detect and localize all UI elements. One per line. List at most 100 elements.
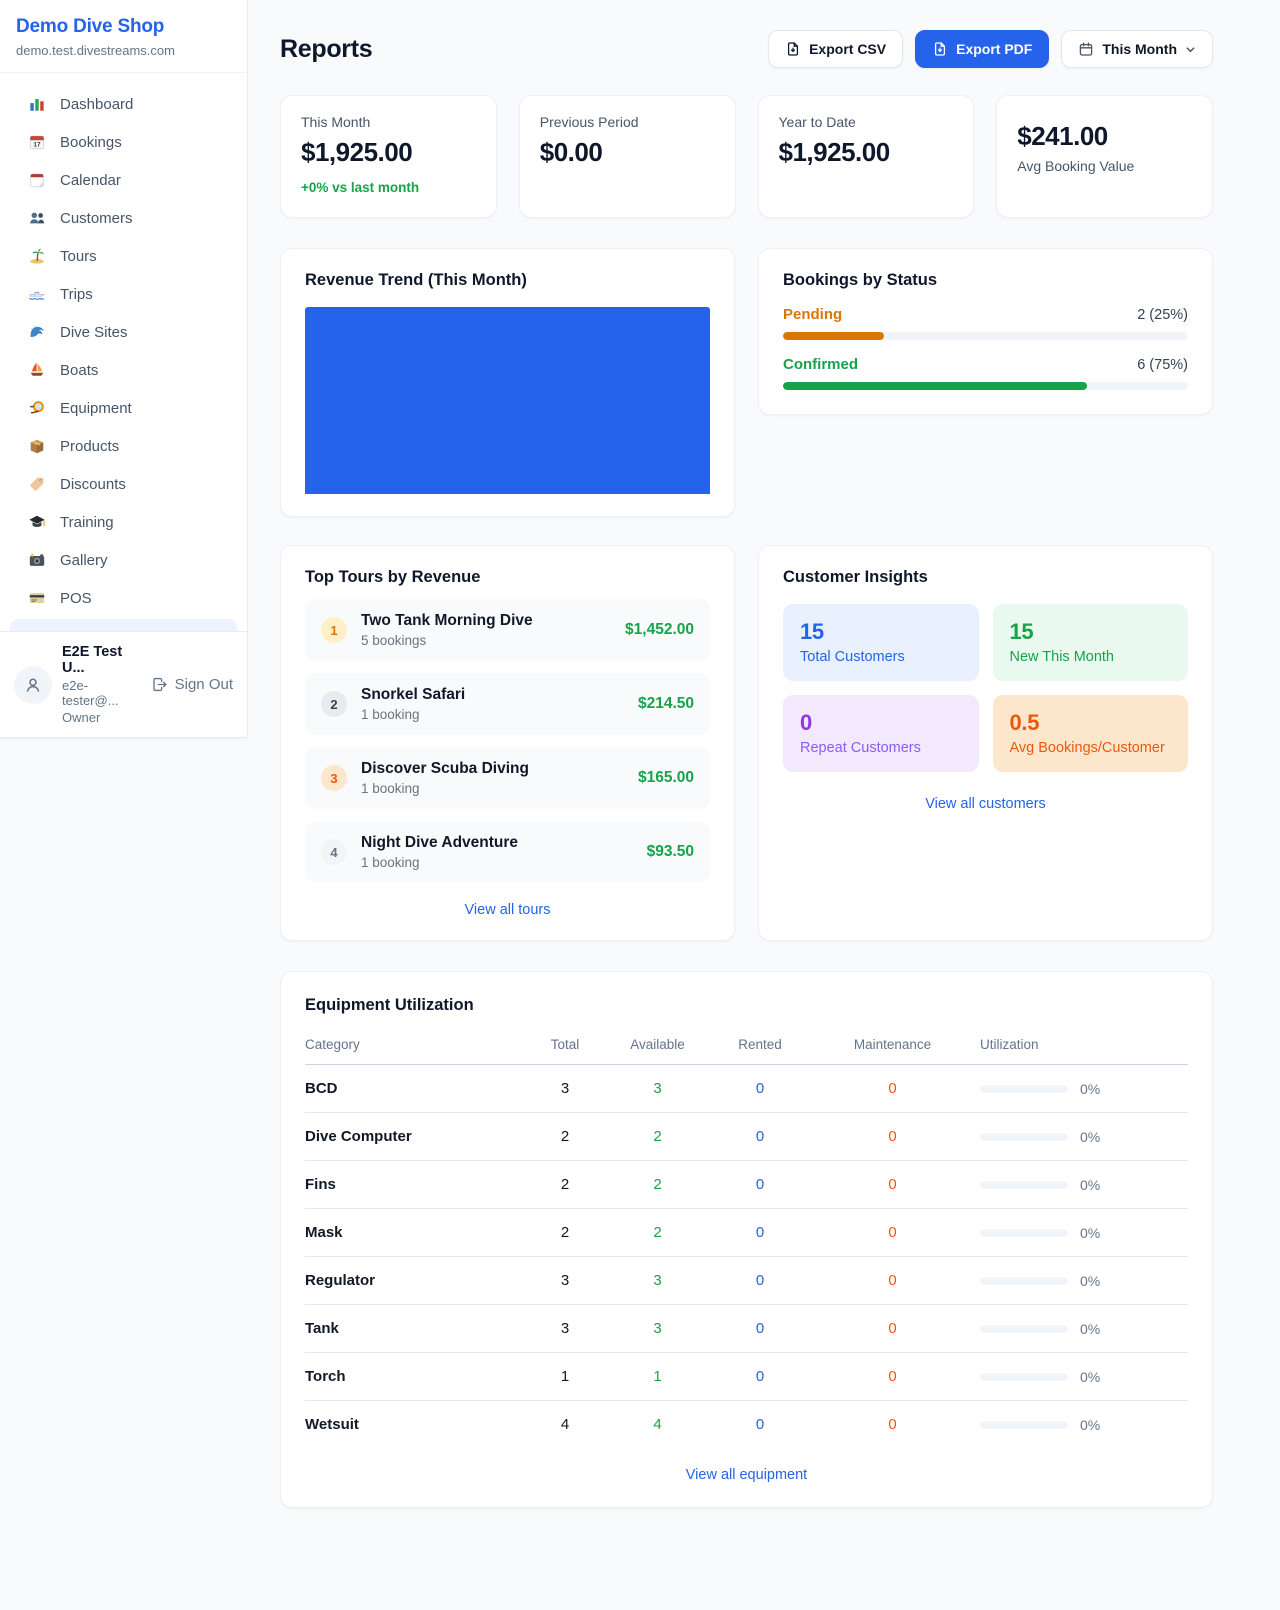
cell-category: BCD — [305, 1065, 520, 1113]
sidebar-item-boats[interactable]: Boats — [8, 351, 239, 389]
tour-name: Discover Scuba Diving — [361, 760, 529, 778]
utilization-bar — [980, 1373, 1068, 1381]
export-csv-button[interactable]: Export CSV — [768, 30, 903, 68]
list-item: 2 Snorkel Safari 1 booking $214.50 — [305, 673, 710, 735]
table-row: Regulator 3 3 0 0 0% — [305, 1257, 1188, 1305]
tour-bookings: 1 booking — [361, 707, 465, 722]
chevron-down-icon — [1185, 44, 1196, 55]
period-label: This Month — [1102, 41, 1177, 57]
cell-total: 2 — [520, 1209, 610, 1257]
sidebar-item-products[interactable]: Products — [8, 427, 239, 465]
tile-label: Total Customers — [800, 649, 962, 665]
sidebar-item-equipment[interactable]: Equipment — [8, 389, 239, 427]
stat-cards: This Month $1,925.00 +0% vs last month P… — [280, 95, 1213, 218]
sidebar-item-calendar[interactable]: Calendar — [8, 161, 239, 199]
sidebar-item-label: Trips — [60, 286, 93, 303]
utilization-bar — [980, 1133, 1068, 1141]
cell-maintenance: 0 — [815, 1209, 970, 1257]
wave-icon — [28, 323, 46, 341]
stat-value: $241.00 — [1017, 121, 1192, 152]
calendar-date-icon: 17 — [28, 133, 46, 151]
sidebar-item-discounts[interactable]: Discounts — [8, 465, 239, 503]
list-item: 4 Night Dive Adventure 1 booking $93.50 — [305, 821, 710, 883]
cell-total: 4 — [520, 1401, 610, 1449]
period-dropdown[interactable]: This Month — [1061, 30, 1213, 68]
credit-card-icon — [28, 589, 46, 607]
cell-maintenance: 0 — [815, 1113, 970, 1161]
equipment-utilization-title: Equipment Utilization — [305, 996, 1188, 1015]
equipment-utilization-card: Equipment Utilization Category Total Ava… — [280, 971, 1213, 1508]
sidebar-item-label: Training — [60, 514, 114, 531]
view-all-customers-link[interactable]: View all customers — [783, 796, 1188, 812]
utilization-percent: 0% — [1080, 1081, 1100, 1097]
sign-out-icon — [151, 676, 168, 693]
charts-row: Revenue Trend (This Month) Bookings by S… — [280, 248, 1213, 517]
tag-icon — [28, 475, 46, 493]
sidebar-item-label: Discounts — [60, 476, 126, 493]
cell-total: 1 — [520, 1353, 610, 1401]
sidebar-item-label: Bookings — [60, 134, 122, 151]
person-icon — [23, 675, 43, 695]
equipment-table: Category Total Available Rented Maintena… — [305, 1029, 1188, 1448]
view-all-tours-link[interactable]: View all tours — [305, 902, 710, 918]
sidebar-item-trips[interactable]: Trips — [8, 275, 239, 313]
sidebar-item-gallery[interactable]: Gallery — [8, 541, 239, 579]
tile-label: Avg Bookings/Customer — [1010, 740, 1172, 756]
graduation-cap-icon — [28, 513, 46, 531]
bookings-status-card: Bookings by Status Pending 2 (25%) Confi… — [758, 248, 1213, 415]
cell-rented: 0 — [705, 1401, 815, 1449]
sidebar-item-pos[interactable]: POS — [8, 579, 239, 617]
revenue-trend-bar — [305, 307, 710, 494]
cell-category: Dive Computer — [305, 1113, 520, 1161]
tour-bookings: 1 booking — [361, 855, 518, 870]
table-header-row: Category Total Available Rented Maintena… — [305, 1029, 1188, 1065]
cell-total: 3 — [520, 1065, 610, 1113]
sidebar-nav: Dashboard 17 Bookings Calendar Customers… — [0, 73, 247, 617]
tile-value: 0.5 — [1010, 710, 1172, 736]
cell-available: 4 — [610, 1401, 705, 1449]
cell-category: Torch — [305, 1353, 520, 1401]
sidebar-item-label: Dive Sites — [60, 324, 128, 341]
rank-badge: 1 — [321, 617, 347, 643]
cell-available: 2 — [610, 1113, 705, 1161]
user-info: E2E Test U... e2e-tester@... Owner — [62, 644, 141, 725]
revenue-trend-title: Revenue Trend (This Month) — [305, 271, 710, 290]
bookings-status-title: Bookings by Status — [783, 271, 1188, 290]
export-pdf-label: Export PDF — [956, 41, 1032, 57]
export-pdf-button[interactable]: Export PDF — [915, 30, 1049, 68]
cell-rented: 0 — [705, 1065, 815, 1113]
cell-available: 3 — [610, 1305, 705, 1353]
tile-new-this-month: 15 New This Month — [993, 604, 1189, 681]
cell-total: 3 — [520, 1305, 610, 1353]
user-panel: E2E Test U... e2e-tester@... Owner Sign … — [0, 631, 247, 737]
brand-block: Demo Dive Shop demo.test.divestreams.com — [0, 0, 247, 73]
sidebar-item-customers[interactable]: Customers — [8, 199, 239, 237]
list-item: 1 Two Tank Morning Dive 5 bookings $1,45… — [305, 599, 710, 661]
cell-category: Regulator — [305, 1257, 520, 1305]
cell-rented: 0 — [705, 1257, 815, 1305]
sidebar-item-training[interactable]: Training — [8, 503, 239, 541]
insights-row: Top Tours by Revenue 1 Two Tank Morning … — [280, 545, 1213, 941]
insight-tiles: 15 Total Customers 15 New This Month 0 R… — [783, 604, 1188, 772]
sign-out-button[interactable]: Sign Out — [151, 676, 233, 693]
cell-category: Tank — [305, 1305, 520, 1353]
table-row: Mask 2 2 0 0 0% — [305, 1209, 1188, 1257]
tour-name: Snorkel Safari — [361, 686, 465, 704]
sidebar-item-bookings[interactable]: 17 Bookings — [8, 123, 239, 161]
sidebar-item-dive-sites[interactable]: Dive Sites — [8, 313, 239, 351]
stat-label: Avg Booking Value — [1017, 158, 1192, 174]
sidebar-item-label: Boats — [60, 362, 98, 379]
sailboat-icon — [28, 361, 46, 379]
sidebar-item-tours[interactable]: Tours — [8, 237, 239, 275]
progress-track — [783, 332, 1188, 340]
cell-maintenance: 0 — [815, 1353, 970, 1401]
utilization-percent: 0% — [1080, 1417, 1100, 1433]
view-all-equipment-link[interactable]: View all equipment — [305, 1467, 1188, 1483]
utilization-bar — [980, 1277, 1068, 1285]
utilization-cell: 0% — [970, 1081, 1188, 1097]
cell-available: 3 — [610, 1065, 705, 1113]
export-csv-label: Export CSV — [809, 41, 886, 57]
tour-revenue: $165.00 — [638, 769, 694, 787]
sidebar-item-dashboard[interactable]: Dashboard — [8, 85, 239, 123]
shop-name: Demo Dive Shop — [16, 16, 231, 38]
